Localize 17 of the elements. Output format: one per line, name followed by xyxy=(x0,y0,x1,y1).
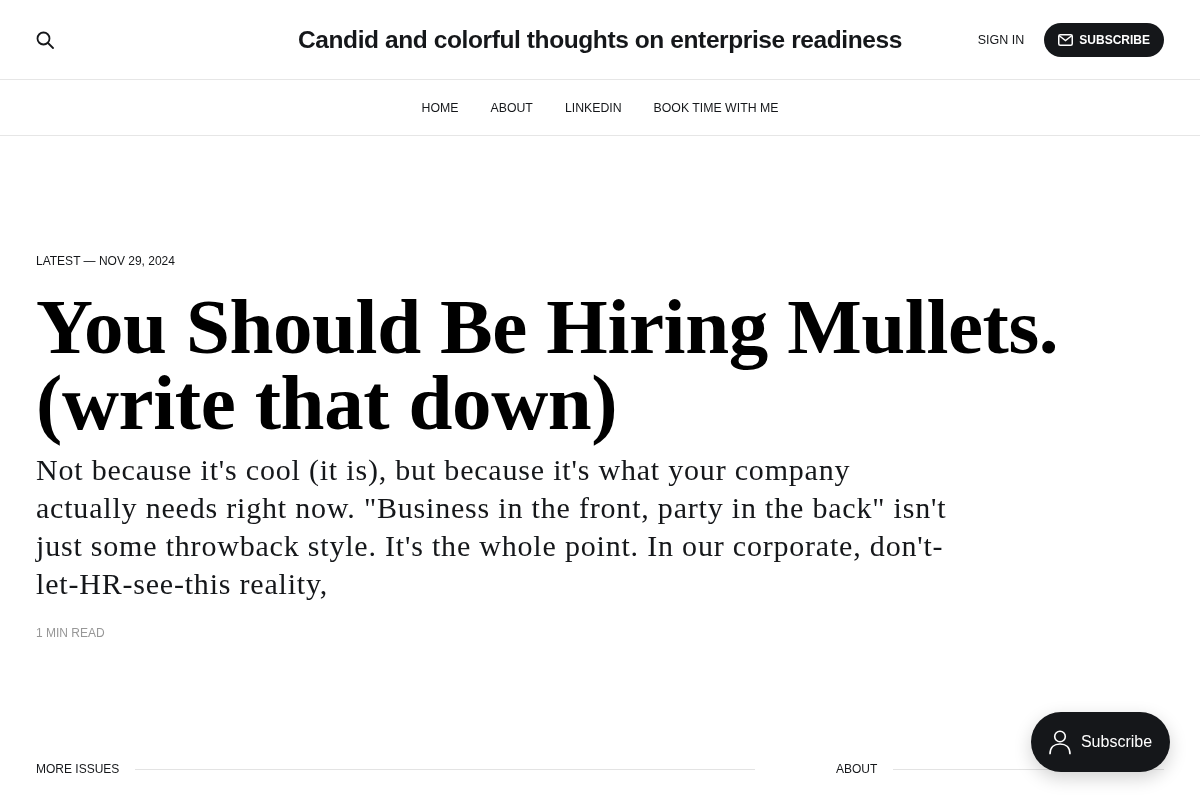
section-heading: ABOUT xyxy=(836,762,878,776)
post-excerpt: Not because it's cool (it is), but because it's what your company actually needs right now. "Business in the front, party in the back" isn't just some throwback style. It's the whole point. In our corporate, don't-let-HR-see-this reality, xyxy=(36,452,948,602)
sign-in-link[interactable]: SIGN IN xyxy=(977,32,1025,47)
subscribe-button[interactable]: SUBSCRIBE xyxy=(1044,22,1164,57)
section-heading: MORE ISSUES xyxy=(36,762,120,776)
subscribe-button[interactable]: Subscribe xyxy=(1031,712,1170,772)
nav-link[interactable]: LINKEDIN xyxy=(564,100,622,115)
search-icon[interactable] xyxy=(36,30,54,49)
person-icon xyxy=(1048,729,1071,755)
mail-icon xyxy=(1058,33,1074,46)
site-title[interactable]: Candid and colorful thoughts on enterprise readiness xyxy=(298,25,902,54)
post-meta: LATEST — NOV 29, 2024 xyxy=(36,253,176,269)
nav-link[interactable]: ABOUT xyxy=(490,100,533,115)
reading-time: 1 MIN READ xyxy=(36,626,106,640)
nav-link[interactable]: BOOK TIME WITH ME xyxy=(653,100,779,115)
post-title[interactable]: You Should Be Hiring Mullets. (write that down) xyxy=(36,281,1164,451)
nav-link[interactable]: HOME xyxy=(421,100,459,115)
